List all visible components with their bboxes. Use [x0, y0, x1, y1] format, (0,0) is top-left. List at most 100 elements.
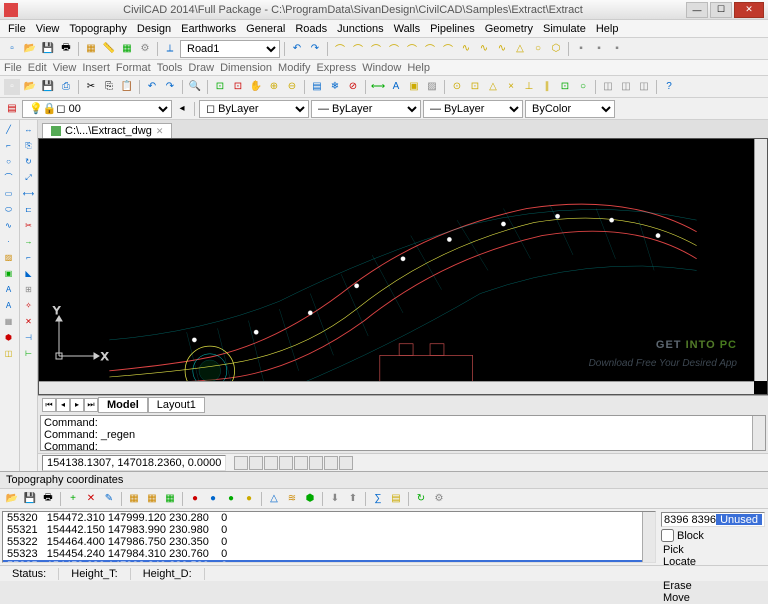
layers-icon[interactable]: ▦ — [83, 41, 99, 57]
color-dropdown[interactable]: ◻ ByLayer — [199, 100, 309, 118]
coord-row[interactable]: 55322 154464.400 147986.750 230.350 0 — [3, 536, 655, 548]
command-scrollbar[interactable] — [752, 416, 765, 450]
menu-simulate[interactable]: Simulate — [539, 22, 590, 36]
curve4-icon[interactable]: ⌒ — [386, 41, 402, 57]
find-input[interactable]: 8396 8396 Unused — [661, 512, 765, 527]
find-icon[interactable]: 🔍 — [187, 79, 203, 95]
tab-nav-first[interactable]: ⏮ — [42, 398, 56, 412]
viewport-v-scrollbar[interactable] — [754, 139, 767, 381]
ruler-icon[interactable]: 📏 — [101, 41, 117, 57]
offset-icon[interactable]: ⊏ — [21, 202, 36, 217]
hatch2-icon[interactable]: ▨ — [1, 250, 16, 265]
topo-del-icon[interactable]: ✕ — [83, 491, 99, 507]
tab-nav-last[interactable]: ⏭ — [84, 398, 98, 412]
pan-icon[interactable]: ✋ — [248, 79, 264, 95]
coord-row[interactable]: 55321 154442.150 147983.990 230.980 0 — [3, 524, 655, 536]
curve6-icon[interactable]: ⌒ — [422, 41, 438, 57]
topo-add-icon[interactable]: + — [65, 491, 81, 507]
dim-icon[interactable]: ⟷ — [370, 79, 386, 95]
coord-row[interactable]: 55323 154454.240 147984.310 230.760 0 — [3, 548, 655, 560]
tab-nav-prev[interactable]: ◂ — [56, 398, 70, 412]
zoom-in-icon[interactable]: ⊕ — [266, 79, 282, 95]
redo-icon[interactable]: ↷ — [307, 41, 323, 57]
submenu-insert[interactable]: Insert — [82, 62, 110, 74]
save2-icon[interactable]: 💾 — [40, 79, 56, 95]
coord-row[interactable]: 55320 154472.310 147999.120 230.280 0 — [3, 512, 655, 524]
close-tab-icon[interactable]: ✕ — [156, 126, 164, 137]
rotate-icon[interactable]: ↻ — [21, 154, 36, 169]
topo-save-icon[interactable]: 💾 — [22, 491, 38, 507]
osnap-toggle[interactable] — [294, 456, 308, 470]
coordinates-list[interactable]: 55320 154472.310 147999.120 230.280 0 55… — [2, 511, 656, 563]
arc-icon[interactable]: ⌒ — [1, 170, 16, 185]
road-icon[interactable]: ⟂ — [162, 41, 178, 57]
coord-row-selected[interactable]: 55325 154459.630 147998.840 230.580 0 — [3, 560, 655, 563]
saveall-icon[interactable]: ⎙ — [58, 79, 74, 95]
layer-mgr-icon[interactable]: ▤ — [309, 79, 325, 95]
snap6-icon[interactable]: ∥ — [539, 79, 555, 95]
curve2-icon[interactable]: ⌒ — [350, 41, 366, 57]
break-icon[interactable]: ⊣ — [21, 330, 36, 345]
snap4-icon[interactable]: × — [503, 79, 519, 95]
mirror-icon[interactable]: ⟷ — [21, 186, 36, 201]
tab-model[interactable]: Model — [98, 397, 148, 413]
topo-report-icon[interactable]: ▤ — [388, 491, 404, 507]
undo2-icon[interactable]: ↶ — [144, 79, 160, 95]
submenu-draw[interactable]: Draw — [188, 62, 214, 74]
curve9-icon[interactable]: ∿ — [476, 41, 492, 57]
ellipse-icon[interactable]: ⬭ — [1, 202, 16, 217]
redo2-icon[interactable]: ↷ — [162, 79, 178, 95]
minimize-button[interactable]: — — [686, 2, 708, 18]
topo-calc-icon[interactable]: ∑ — [370, 491, 386, 507]
circle-icon[interactable]: ○ — [1, 154, 16, 169]
cut-icon[interactable]: ✂ — [83, 79, 99, 95]
grid-toggle[interactable] — [249, 456, 263, 470]
tool-icon[interactable]: ⚙ — [137, 41, 153, 57]
drawing-viewport[interactable]: X Y GET INTO PC Download Free Your Desir… — [38, 138, 768, 395]
topo-import-icon[interactable]: ⬇ — [327, 491, 343, 507]
otrack-toggle[interactable] — [309, 456, 323, 470]
join-icon[interactable]: ⊢ — [21, 346, 36, 361]
new-icon[interactable]: ▫ — [4, 41, 20, 57]
region-icon[interactable]: ▣ — [1, 266, 16, 281]
submenu-modify[interactable]: Modify — [278, 62, 310, 74]
move-icon[interactable]: ↔ — [21, 122, 36, 137]
print-icon[interactable]: 🖶 — [58, 41, 74, 57]
misc2-icon[interactable]: ▪ — [591, 41, 607, 57]
render-icon[interactable]: ◫ — [618, 79, 634, 95]
topo-settings-icon[interactable]: ⚙ — [431, 491, 447, 507]
submenu-dimension[interactable]: Dimension — [220, 62, 272, 74]
menu-design[interactable]: Design — [133, 22, 175, 36]
cmd-move[interactable]: Move — [661, 592, 765, 604]
topo-pt1-icon[interactable]: ● — [187, 491, 203, 507]
snap8-icon[interactable]: ○ — [575, 79, 591, 95]
shape3-icon[interactable]: ⬡ — [548, 41, 564, 57]
hatch-icon[interactable]: ▨ — [424, 79, 440, 95]
erase-icon[interactable]: ✕ — [21, 314, 36, 329]
layer-dropdown[interactable]: 💡🔒◻ 00 — [22, 100, 172, 118]
paste-icon[interactable]: 📋 — [119, 79, 135, 95]
lwt-toggle[interactable] — [324, 456, 338, 470]
submenu-view[interactable]: View — [53, 62, 77, 74]
submenu-express[interactable]: Express — [316, 62, 356, 74]
topo-print-icon[interactable]: 🖶 — [40, 491, 56, 507]
submenu-tools[interactable]: Tools — [157, 62, 183, 74]
polyline-icon[interactable]: ⌐ — [1, 138, 16, 153]
topo-refresh-icon[interactable]: ↻ — [413, 491, 429, 507]
snap3-icon[interactable]: △ — [485, 79, 501, 95]
save-icon[interactable]: 💾 — [40, 41, 56, 57]
polar-toggle[interactable] — [279, 456, 293, 470]
view3d-icon[interactable]: ◫ — [600, 79, 616, 95]
rect-icon[interactable]: ▭ — [1, 186, 16, 201]
menu-junctions[interactable]: Junctions — [333, 22, 387, 36]
document-tab[interactable]: C:\...\Extract_dwg ✕ — [42, 123, 172, 138]
cmd-pick[interactable]: Pick — [661, 544, 765, 556]
open2-icon[interactable]: 📂 — [22, 79, 38, 95]
tab-layout1[interactable]: Layout1 — [148, 397, 205, 413]
misc3-icon[interactable]: ▪ — [609, 41, 625, 57]
submenu-format[interactable]: Format — [116, 62, 151, 74]
menu-view[interactable]: View — [32, 22, 64, 36]
topo-grid3-icon[interactable]: ▦ — [162, 491, 178, 507]
snap7-icon[interactable]: ⊡ — [557, 79, 573, 95]
snap-toggle[interactable] — [234, 456, 248, 470]
